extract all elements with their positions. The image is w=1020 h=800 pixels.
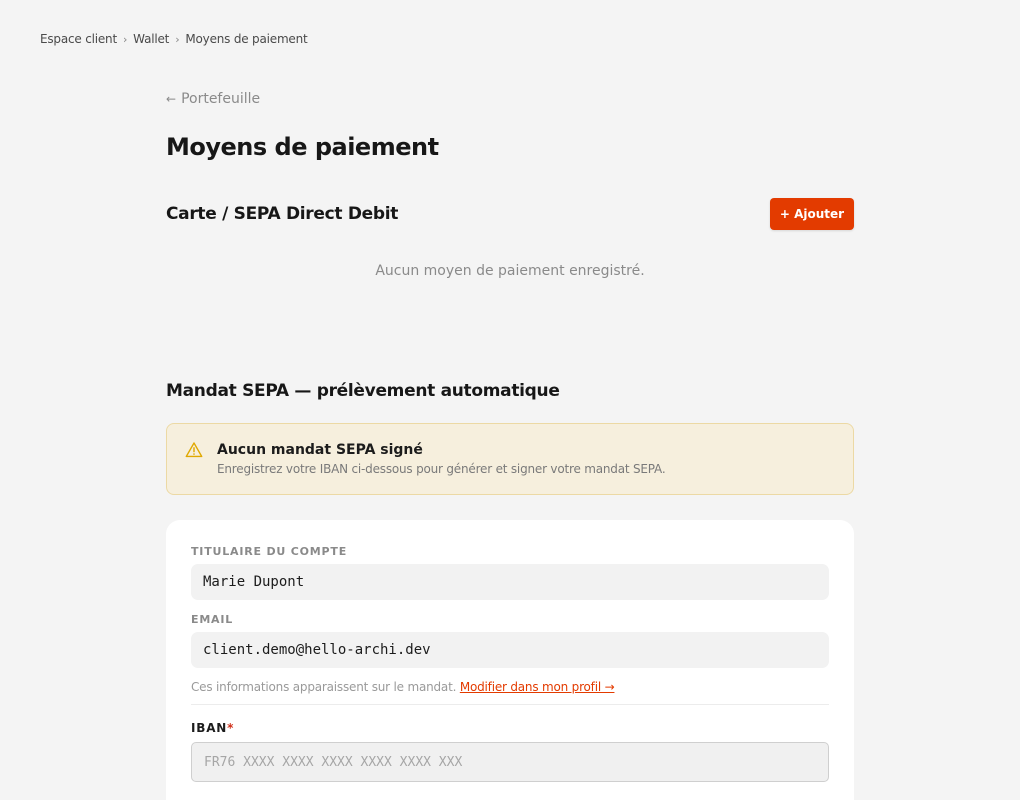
sepa-mandate-title: Mandat SEPA — prélèvement automatique — [166, 381, 560, 401]
breadcrumb-separator: › — [122, 32, 128, 46]
profile-info-helper: Ces informations apparaissent sur le man… — [191, 680, 615, 694]
required-marker: * — [227, 721, 235, 735]
edit-profile-link[interactable]: Modifier dans mon profil → — [460, 680, 615, 694]
page-title: Moyens de paiement — [166, 133, 439, 161]
iban-label: IBAN* — [191, 721, 234, 735]
iban-label-text: IBAN — [191, 721, 228, 735]
helper-text: Ces informations apparaissent sur le man… — [191, 680, 457, 694]
breadcrumb-item-current: Moyens de paiement — [185, 32, 308, 46]
breadcrumb-item-wallet[interactable]: Wallet — [133, 32, 169, 46]
breadcrumb-item-espace-client[interactable]: Espace client — [40, 32, 117, 46]
breadcrumb-separator: › — [175, 32, 180, 46]
account-holder-field[interactable] — [191, 564, 829, 600]
payment-methods-header: Carte / SEPA Direct Debit + Ajouter — [166, 198, 854, 230]
no-mandate-alert: Aucun mandat SEPA signé Enregistrez votr… — [166, 423, 854, 495]
add-payment-method-button[interactable]: + Ajouter — [770, 198, 854, 230]
iban-input[interactable] — [191, 742, 829, 782]
alert-title: Aucun mandat SEPA signé — [217, 442, 423, 458]
email-label: EMAIL — [191, 613, 234, 626]
form-divider — [191, 704, 829, 705]
back-link-label: Portefeuille — [181, 91, 261, 107]
breadcrumb: Espace client › Wallet › Moyens de paiem… — [40, 32, 308, 46]
alert-text: Enregistrez votre IBAN ci-dessous pour g… — [217, 462, 666, 476]
sepa-form-card: TITULAIRE DU COMPTE EMAIL Ces informatio… — [166, 520, 854, 800]
empty-payment-methods-message: Aucun moyen de paiement enregistré. — [375, 263, 645, 279]
back-to-portefeuille-link[interactable]: ← Portefeuille — [166, 91, 260, 107]
email-field[interactable] — [191, 632, 829, 668]
account-holder-label: TITULAIRE DU COMPTE — [191, 545, 348, 558]
payment-methods-title: Carte / SEPA Direct Debit — [166, 204, 399, 224]
arrow-left-icon: ← — [166, 92, 177, 106]
alert-body: Aucun mandat SEPA signé Enregistrez votr… — [217, 440, 666, 494]
warning-triangle-icon — [185, 442, 203, 458]
